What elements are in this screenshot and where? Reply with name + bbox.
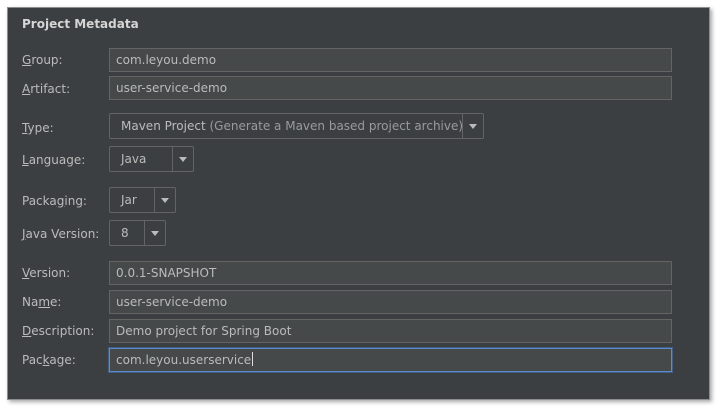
description-label-mnemonic: D (22, 324, 32, 338)
packaging-label-text: ing: (64, 194, 87, 208)
language-label-text: anguage: (28, 153, 86, 167)
package-label: Package: (22, 352, 76, 368)
package-field-value: com.leyou.userservice (116, 353, 252, 367)
packaging-select-value: Jar (121, 193, 137, 207)
package-label-pre: Pac (22, 353, 43, 367)
version-field[interactable]: 0.0.1-SNAPSHOT (109, 261, 672, 285)
description-field-value: Demo project for Spring Boot (116, 324, 292, 338)
name-label-mnemonic: m (38, 295, 51, 309)
version-label-text: ersion: (29, 266, 71, 280)
java-version-label: Java Version: (22, 226, 99, 242)
language-select-value: Java (121, 152, 147, 166)
packaging-label: Packaging: (22, 193, 87, 209)
type-select-text: Maven Project (121, 119, 206, 133)
type-label-text: ype: (27, 121, 54, 135)
language-select[interactable]: Java (109, 146, 194, 172)
type-select[interactable]: Maven Project (Generate a Maven based pr… (109, 113, 484, 139)
type-dropdown-button[interactable] (462, 114, 483, 138)
artifact-field[interactable]: user-service-demo (109, 76, 672, 100)
name-field[interactable]: user-service-demo (109, 290, 672, 314)
version-field-value: 0.0.1-SNAPSHOT (116, 266, 217, 280)
type-label: Type: (22, 120, 54, 136)
description-label-text: escription: (31, 324, 95, 338)
artifact-label: Artifact: (22, 81, 70, 97)
group-label-text: roup: (31, 53, 63, 67)
group-label: Group: (22, 52, 63, 68)
description-label: Description: (22, 323, 94, 339)
group-field-value: com.leyou.demo (116, 53, 217, 67)
name-label-text: e: (50, 295, 62, 309)
packaging-select[interactable]: Jar (109, 187, 176, 213)
package-field[interactable]: com.leyou.userservice (109, 348, 672, 372)
description-field[interactable]: Demo project for Spring Boot (109, 319, 672, 343)
chevron-down-icon (151, 231, 159, 236)
name-field-value: user-service-demo (116, 295, 228, 309)
name-label: Name: (22, 294, 61, 310)
artifact-field-value: user-service-demo (116, 81, 228, 95)
project-metadata-panel: Project Metadata Group: com.leyou.demo A… (7, 7, 710, 400)
package-label-text: age: (49, 353, 76, 367)
artifact-label-mnemonic: A (22, 82, 31, 96)
group-field[interactable]: com.leyou.demo (109, 48, 672, 72)
packaging-label-pre: Packa (22, 194, 57, 208)
chevron-down-icon (469, 124, 477, 129)
language-label-mnemonic: L (22, 153, 29, 167)
packaging-dropdown-button[interactable] (154, 188, 175, 212)
language-dropdown-button[interactable] (172, 147, 193, 171)
chevron-down-icon (179, 157, 187, 162)
section-title: Project Metadata (22, 17, 139, 31)
text-caret (252, 352, 254, 366)
java-version-select-value: 8 (121, 226, 129, 240)
name-label-pre: Na (22, 295, 39, 309)
chevron-down-icon (161, 198, 169, 203)
java-version-dropdown-button[interactable] (144, 221, 165, 245)
java-version-label-text: ava Version: (25, 227, 100, 241)
group-label-mnemonic: G (22, 53, 32, 67)
type-select-value: Maven Project (Generate a Maven based pr… (121, 114, 463, 138)
language-label: Language: (22, 152, 85, 168)
java-version-select[interactable]: 8 (109, 220, 166, 246)
artifact-label-text: rtifact: (30, 82, 71, 96)
type-select-hint: (Generate a Maven based project archive) (209, 119, 464, 133)
version-label: Version: (22, 265, 70, 281)
